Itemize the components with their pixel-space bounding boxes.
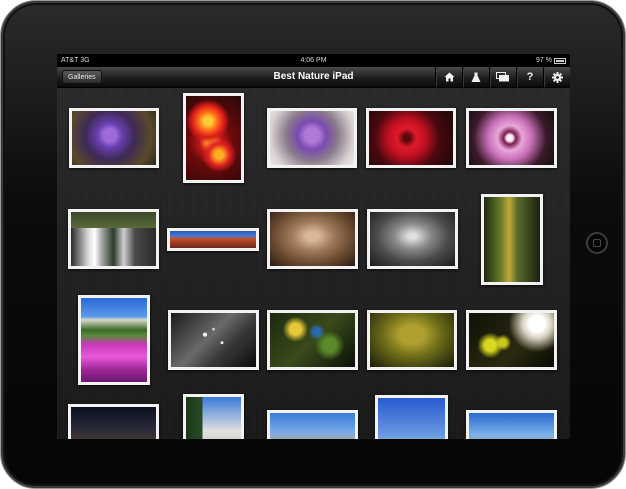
battery-indicator: 97 % xyxy=(536,54,566,67)
photo-thumbnail-water-drops-leaf[interactable] xyxy=(168,310,259,370)
home-toolbar-button[interactable] xyxy=(435,67,462,87)
battery-percent: 97 % xyxy=(536,57,552,64)
app-screen: AT&T 3G 4:06 PM 97 % Best Nature iPad Ga… xyxy=(57,54,570,439)
photo-thumbnail-half-dome[interactable] xyxy=(183,394,244,439)
photo-thumbnail-waterfall[interactable] xyxy=(68,209,159,269)
photo-thumbnail-red-canyon-panorama[interactable] xyxy=(167,228,259,251)
flask-icon xyxy=(471,72,481,82)
photo-thumbnail-dried-grass[interactable] xyxy=(267,209,358,269)
galleries-back-button[interactable]: Galleries xyxy=(62,70,102,84)
photo-thumbnail-el-capitan[interactable] xyxy=(375,395,448,439)
photo-grid xyxy=(57,88,570,439)
photo-thumbnail-valley-view[interactable] xyxy=(466,410,557,439)
photo-thumbnail-purple-lilac[interactable] xyxy=(69,108,159,168)
slideshow-icon xyxy=(496,72,509,82)
ipad-device: AT&T 3G 4:06 PM 97 % Best Nature iPad Ga… xyxy=(0,0,626,489)
photo-thumbnail-yosemite-valley[interactable] xyxy=(267,410,358,439)
status-bar: AT&T 3G 4:06 PM 97 % xyxy=(57,54,570,67)
slideshow-toolbar-button[interactable] xyxy=(489,67,516,87)
photo-thumbnail-purple-thistle[interactable] xyxy=(267,108,357,168)
gear-icon xyxy=(551,71,563,83)
photo-thumbnail-night-sky[interactable] xyxy=(68,404,159,439)
toolbar-actions: ? xyxy=(435,67,570,87)
photo-thumbnail-red-flower[interactable] xyxy=(366,108,456,168)
lab-toolbar-button[interactable] xyxy=(462,67,489,87)
photo-thumbnail-bokeh-buds[interactable] xyxy=(466,310,557,370)
photo-thumbnail-pink-flower[interactable] xyxy=(466,108,557,168)
photo-thumbnail-green-leaves[interactable] xyxy=(267,310,358,370)
settings-toolbar-button[interactable] xyxy=(543,67,570,87)
photo-thumbnail-yosemite-flowers[interactable] xyxy=(78,295,150,385)
home-icon xyxy=(444,72,454,82)
home-button[interactable] xyxy=(586,232,608,254)
battery-icon xyxy=(554,57,566,64)
top-toolbar: Best Nature iPad Galleries ? xyxy=(57,67,570,88)
help-toolbar-button[interactable]: ? xyxy=(516,67,543,87)
photo-thumbnail-lantana-flowers[interactable] xyxy=(183,93,244,183)
photo-thumbnail-autumn-forest[interactable] xyxy=(481,194,543,285)
help-icon: ? xyxy=(526,71,534,83)
clock: 4:06 PM xyxy=(300,57,327,64)
photo-thumbnail-moss[interactable] xyxy=(367,310,457,370)
photo-thumbnail-dried-grass-bw[interactable] xyxy=(367,209,458,269)
